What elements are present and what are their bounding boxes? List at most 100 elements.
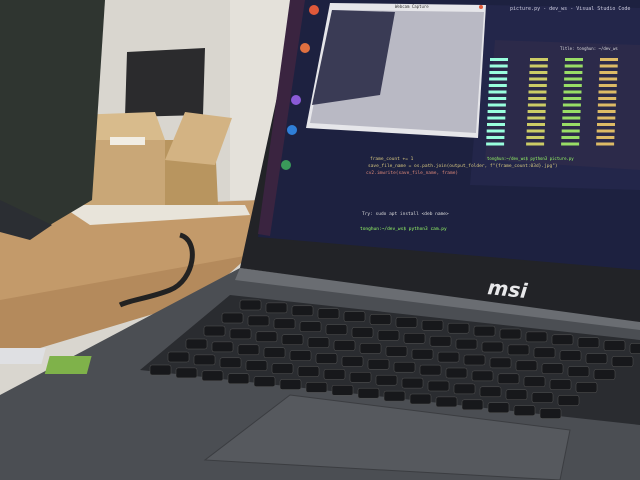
chrome-icon[interactable] [309,5,319,15]
key[interactable] [409,393,432,405]
key[interactable] [219,357,242,369]
key[interactable] [395,317,418,328]
key[interactable] [481,341,504,353]
key[interactable] [567,366,590,377]
key[interactable] [201,370,224,382]
key[interactable] [419,364,442,376]
key[interactable] [445,367,468,379]
key[interactable] [245,360,268,371]
key[interactable] [401,377,424,389]
key[interactable] [499,328,522,340]
key[interactable] [185,338,208,350]
key[interactable] [271,363,294,374]
key[interactable] [193,354,216,366]
key[interactable] [515,360,538,372]
key[interactable] [247,315,270,327]
key[interactable] [523,376,546,387]
key[interactable] [447,322,470,334]
key[interactable] [227,373,250,384]
key[interactable] [211,341,234,353]
key[interactable] [343,311,366,322]
key[interactable] [359,343,382,354]
key[interactable] [317,308,340,319]
key[interactable] [427,380,450,392]
key[interactable] [603,340,626,351]
key[interactable] [307,337,330,348]
key[interactable] [167,351,190,363]
key[interactable] [323,369,346,380]
key[interactable] [229,328,252,340]
key[interactable] [325,324,348,335]
app-icon[interactable] [291,95,301,105]
key[interactable] [265,302,288,314]
key[interactable] [297,366,320,377]
key[interactable] [435,396,458,408]
key[interactable] [531,392,554,403]
key[interactable] [463,354,486,366]
key[interactable] [505,389,528,400]
key[interactable] [559,350,582,361]
key[interactable] [437,351,460,363]
key[interactable] [549,379,572,390]
key[interactable] [385,346,408,357]
key[interactable] [393,361,416,373]
key[interactable] [525,331,548,343]
key[interactable] [471,370,494,382]
key[interactable] [557,395,580,406]
key[interactable] [411,348,434,360]
close-icon[interactable] [479,5,483,9]
key[interactable] [575,382,598,393]
key[interactable] [237,344,260,356]
key[interactable] [253,376,276,387]
key[interactable] [299,321,322,332]
key[interactable] [585,353,608,364]
key[interactable] [473,325,496,337]
key[interactable] [331,385,354,396]
key[interactable] [539,408,562,419]
key[interactable] [281,334,304,345]
key[interactable] [541,363,564,374]
key[interactable] [273,318,296,330]
key[interactable] [279,379,302,390]
app-center-icon[interactable] [300,43,310,53]
key[interactable] [577,337,600,348]
key[interactable] [221,312,244,324]
key[interactable] [593,369,616,380]
key[interactable] [349,372,372,383]
key[interactable] [203,325,226,337]
key[interactable] [291,305,314,317]
key[interactable] [489,357,512,369]
key[interactable] [377,330,400,341]
key[interactable] [461,399,484,411]
key[interactable] [497,373,520,385]
key[interactable] [333,340,356,351]
key[interactable] [367,359,390,370]
key[interactable] [383,390,406,402]
key[interactable] [479,386,502,398]
key[interactable] [341,356,364,367]
key[interactable] [357,387,380,399]
key[interactable] [611,356,634,367]
vscode-icon[interactable] [287,125,297,135]
key[interactable] [487,402,510,413]
key[interactable] [149,364,172,376]
key[interactable] [513,405,536,416]
key[interactable] [551,334,574,346]
key[interactable] [403,333,426,344]
key[interactable] [263,347,286,358]
key[interactable] [629,343,640,354]
key[interactable] [507,344,530,356]
key[interactable] [421,320,444,331]
key[interactable] [315,353,338,364]
key[interactable] [239,299,262,311]
key[interactable] [429,335,452,347]
key[interactable] [351,327,374,338]
key[interactable] [455,338,478,350]
key[interactable] [305,382,328,393]
key[interactable] [369,314,392,325]
app-icon-2[interactable] [281,160,291,170]
key[interactable] [289,350,312,361]
key[interactable] [175,367,198,379]
key[interactable] [533,347,556,359]
key[interactable] [453,383,476,395]
